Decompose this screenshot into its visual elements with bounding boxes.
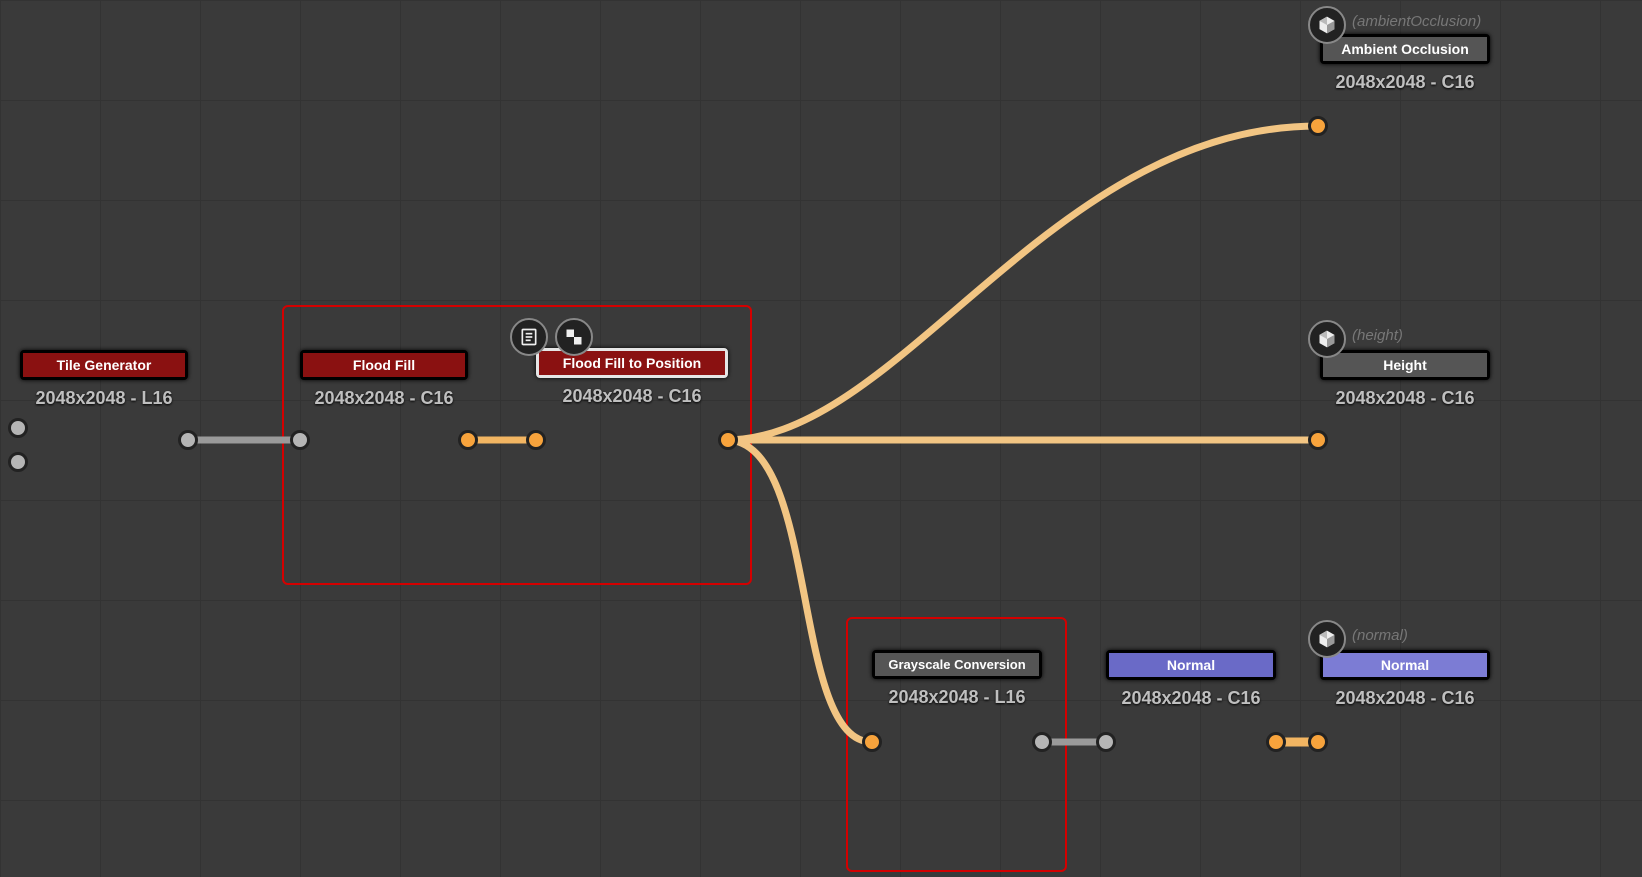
node-normal-output[interactable]: Normal 2048x2048 - C16 [1320,650,1490,709]
node-flood-fill[interactable]: Flood Fill 2048x2048 - C16 [300,350,468,409]
node-title: Grayscale Conversion [875,653,1039,676]
port-in-orange[interactable] [1308,116,1328,136]
output-badge-icon[interactable] [1308,620,1346,658]
node-height[interactable]: Height 2048x2048 - C16 [1320,350,1490,409]
node-title: Normal [1109,653,1273,677]
node-title: Ambient Occlusion [1323,37,1487,61]
port-in-orange[interactable] [862,732,882,752]
node-caption: 2048x2048 - C16 [1320,688,1490,709]
color-mode-badge-icon[interactable] [555,318,593,356]
node-title: Tile Generator [23,353,185,377]
port-out-grey[interactable] [178,430,198,450]
ghost-label: (height) [1352,327,1403,344]
node-caption: 2048x2048 - C16 [1106,688,1276,709]
node-tile-generator[interactable]: Tile Generator 2048x2048 - L16 [20,350,188,409]
node-caption: 2048x2048 - C16 [1320,72,1490,93]
port-in-grey-2[interactable] [8,452,28,472]
port-in-grey[interactable] [8,418,28,438]
node-title: Flood Fill [303,353,465,377]
output-badge-icon[interactable] [1308,320,1346,358]
node-grayscale-conversion[interactable]: Grayscale Conversion 2048x2048 - L16 [872,650,1042,708]
node-ambient-occlusion[interactable]: Ambient Occlusion 2048x2048 - C16 [1320,34,1490,93]
node-title: Normal [1323,653,1487,677]
port-in-orange[interactable] [1308,732,1328,752]
port-in-grey[interactable] [290,430,310,450]
node-normal[interactable]: Normal 2048x2048 - C16 [1106,650,1276,709]
info-badge-icon[interactable] [510,318,548,356]
ghost-label: (normal) [1352,627,1408,644]
port-out-orange[interactable] [458,430,478,450]
port-in-orange[interactable] [526,430,546,450]
node-caption: 2048x2048 - C16 [536,386,728,407]
output-badge-icon[interactable] [1308,6,1346,44]
node-caption: 2048x2048 - C16 [1320,388,1490,409]
port-out-orange[interactable] [1266,732,1286,752]
node-caption: 2048x2048 - C16 [300,388,468,409]
ghost-label: (ambientOcclusion) [1352,13,1481,30]
node-caption: 2048x2048 - L16 [872,687,1042,708]
node-title: Height [1323,353,1487,377]
node-caption: 2048x2048 - L16 [20,388,188,409]
node-flood-fill-to-position[interactable]: Flood Fill to Position 2048x2048 - C16 [536,348,728,407]
port-out-orange[interactable] [718,430,738,450]
port-in-grey[interactable] [1096,732,1116,752]
wire-layer [0,0,1642,877]
port-in-orange[interactable] [1308,430,1328,450]
port-out-grey[interactable] [1032,732,1052,752]
